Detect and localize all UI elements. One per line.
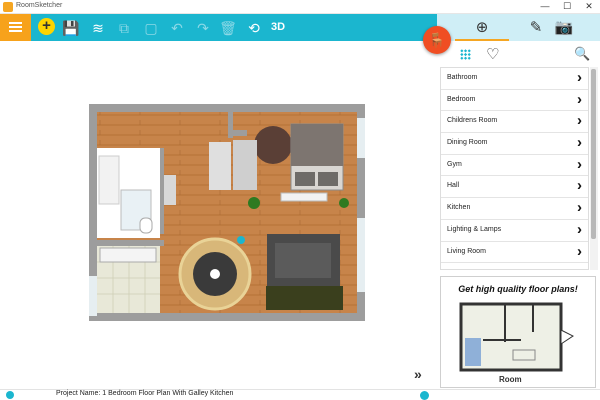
floor-plan[interactable] bbox=[0, 41, 437, 389]
list-item[interactable]: Kitchen › bbox=[441, 198, 588, 220]
list-item[interactable]: Living Room › bbox=[441, 242, 588, 264]
paste-icon[interactable]: ▢ bbox=[141, 18, 161, 38]
search-icon[interactable]: 🔍 bbox=[574, 46, 590, 62]
list-item[interactable]: Hall › bbox=[441, 176, 588, 199]
help-icon[interactable] bbox=[420, 391, 429, 400]
promo-floorplan-image bbox=[459, 302, 574, 372]
copy-icon[interactable]: ⧉ bbox=[114, 18, 134, 38]
furniture-icon[interactable]: 🪑 bbox=[423, 26, 451, 54]
redo-icon[interactable]: ↷ bbox=[193, 18, 213, 38]
grid-view-icon[interactable] bbox=[460, 49, 471, 60]
floor-plan-canvas[interactable] bbox=[0, 41, 437, 389]
chevron-right-icon: › bbox=[577, 155, 582, 173]
list-item[interactable]: Bedroom › bbox=[441, 90, 588, 112]
undo-icon[interactable]: ↶ bbox=[167, 18, 187, 38]
category-scrollbar-thumb[interactable] bbox=[591, 69, 596, 239]
tab-camera[interactable]: 📷 bbox=[537, 14, 591, 41]
chevron-right-icon: › bbox=[577, 69, 582, 86]
chevron-right-icon: › bbox=[577, 199, 582, 217]
favorites-icon[interactable]: ♡ bbox=[486, 45, 499, 63]
app-logo-icon bbox=[3, 2, 13, 12]
list-item[interactable]: Dining Room › bbox=[441, 133, 588, 155]
list-item[interactable]: Gym › bbox=[441, 155, 588, 177]
project-name: Project Name: 1 Bedroom Floor Plan With … bbox=[56, 390, 234, 397]
chevron-right-icon: › bbox=[577, 177, 582, 195]
minimize-button[interactable]: — bbox=[534, 0, 556, 14]
promo-brand: Room bbox=[499, 375, 522, 384]
chevron-right-icon: › bbox=[577, 90, 582, 108]
chevron-right-icon: › bbox=[577, 134, 582, 152]
close-button[interactable]: ✕ bbox=[578, 0, 600, 14]
add-icon[interactable]: + bbox=[38, 18, 55, 35]
promo-headline: Get high quality floor plans! bbox=[458, 284, 578, 294]
walls-icon[interactable]: ≋ bbox=[88, 18, 108, 38]
maximize-button[interactable]: ☐ bbox=[556, 0, 578, 14]
delete-icon[interactable]: 🗑 bbox=[218, 18, 238, 38]
rotate-360-icon[interactable]: ⟲ bbox=[244, 18, 264, 38]
list-item[interactable]: Childrens Room › bbox=[441, 111, 588, 134]
window-title: RoomSketcher bbox=[16, 2, 63, 9]
list-item[interactable]: Lighting & Lamps › bbox=[441, 220, 588, 242]
tab-add[interactable]: ⊕ bbox=[455, 14, 509, 41]
chevron-right-icon: › bbox=[577, 112, 582, 130]
location-icon[interactable] bbox=[6, 391, 14, 399]
chevron-right-icon: › bbox=[577, 220, 582, 238]
list-item[interactable]: Bathroom › bbox=[441, 68, 588, 90]
3d-view-button[interactable]: 3D bbox=[271, 21, 285, 33]
expand-panel-icon[interactable]: » bbox=[414, 366, 422, 382]
save-icon[interactable]: 💾 bbox=[61, 18, 81, 38]
right-panel-tabs: ⊕ ✎ 📷 bbox=[437, 14, 600, 41]
category-list: Bathroom › Bedroom › Childrens Room › Dinin… bbox=[440, 67, 589, 270]
chevron-right-icon: › bbox=[577, 242, 582, 260]
title-bar: RoomSketcher — ☐ ✕ bbox=[0, 0, 600, 14]
main-toolbar: 💾 ≋ ⧉ ▢ ↶ ↷ 🗑 ⟲ bbox=[0, 14, 437, 41]
promo-banner[interactable]: Get high quality floor plans! Room bbox=[440, 276, 596, 388]
menu-button[interactable] bbox=[0, 14, 31, 41]
